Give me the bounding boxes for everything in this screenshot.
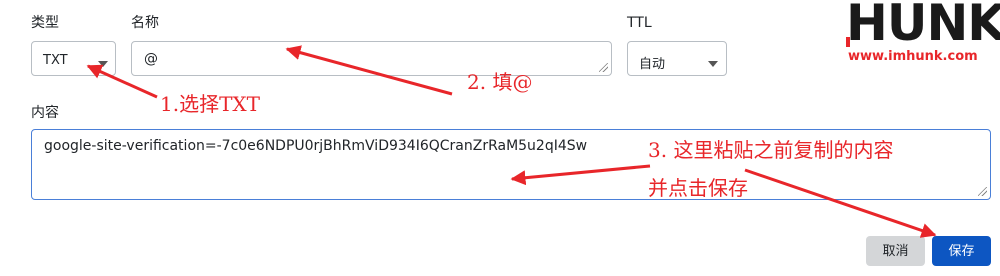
annotation-step3-line1: 3. 这里粘贴之前复制的内容	[648, 138, 894, 162]
arrow-to-type-select	[86, 64, 158, 99]
annotation-step2: 2. 填@	[467, 70, 533, 94]
arrow-to-content-textarea	[510, 164, 651, 186]
annotation-step1: 1.选择TXT	[160, 92, 260, 116]
arrow-to-save-button	[744, 168, 937, 238]
annotation-step3-line2: 并点击保存	[648, 176, 748, 200]
arrow-to-name-input	[285, 45, 453, 96]
